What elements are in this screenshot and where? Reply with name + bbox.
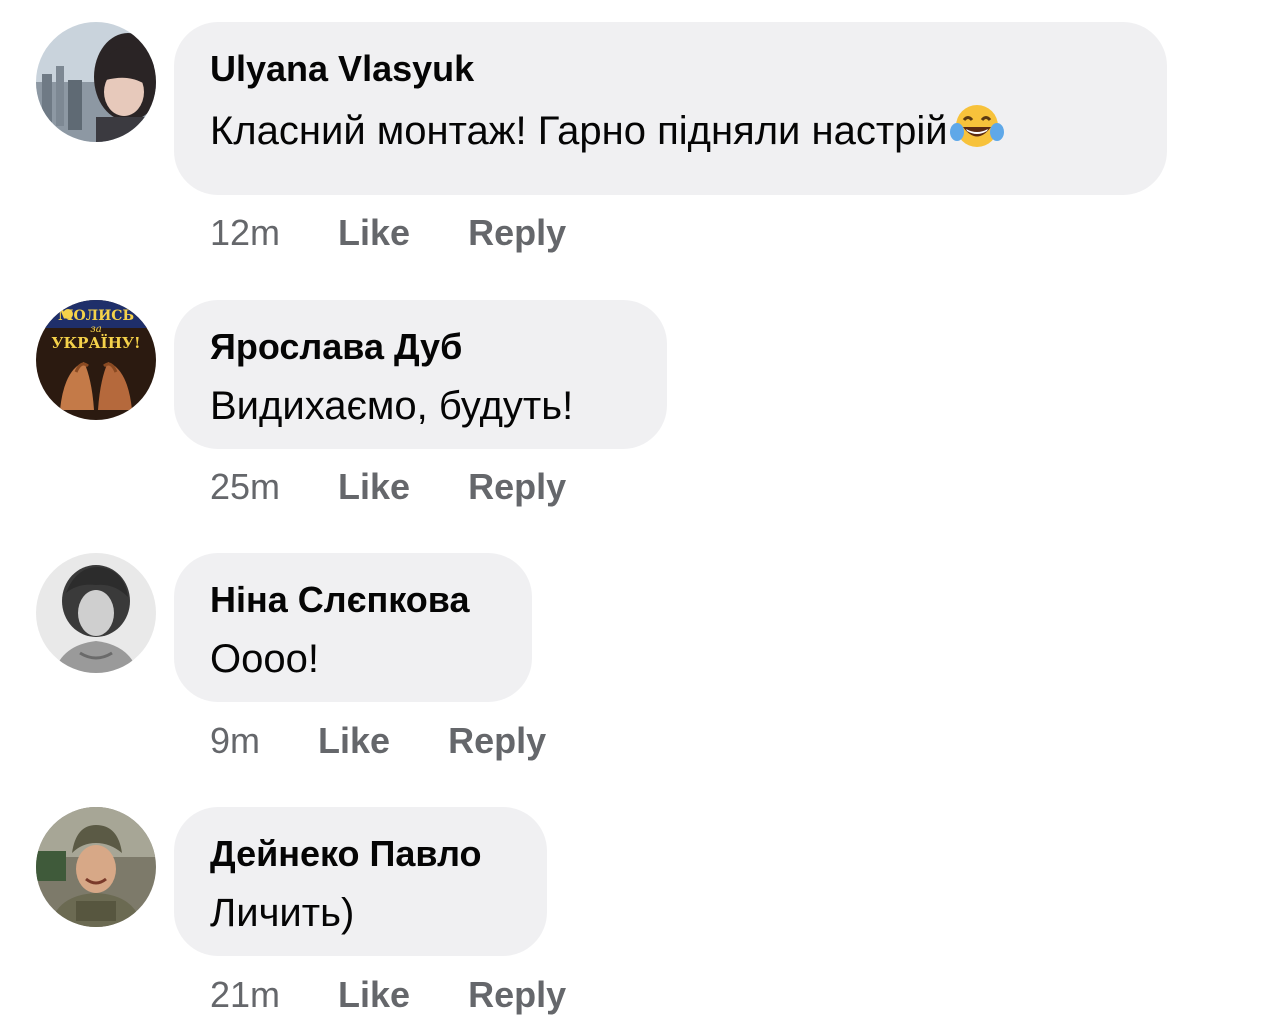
comment-text: Оооо!: [210, 637, 319, 681]
avatar[interactable]: [36, 807, 156, 927]
reply-button[interactable]: Reply: [468, 465, 566, 509]
comment-text: Класний монтаж! Гарно підняли настрій: [210, 102, 1131, 161]
avatar[interactable]: [36, 553, 156, 673]
avatar[interactable]: МОЛИСЬ за УКРАЇНУ!: [36, 300, 156, 420]
avatar-photo-soldier: [36, 807, 156, 927]
avatar-text-line1: МОЛИСЬ: [58, 308, 134, 324]
avatar-pray-for-ukraine: МОЛИСЬ за УКРАЇНУ!: [36, 300, 156, 420]
comment-text: Личить): [210, 891, 355, 935]
avatar-photo-woman-city: [36, 22, 156, 142]
like-button[interactable]: Like: [318, 719, 390, 763]
comment-timestamp[interactable]: 12m: [210, 211, 280, 255]
comment-actions: 12m Like Reply: [210, 211, 566, 255]
comment-text-body: Класний монтаж! Гарно підняли настрій: [210, 109, 948, 153]
reply-button[interactable]: Reply: [468, 211, 566, 255]
comment-timestamp[interactable]: 25m: [210, 465, 280, 509]
comment-author[interactable]: Дейнеко Павло: [210, 833, 511, 875]
comment-author[interactable]: Ярослава Дуб: [210, 326, 631, 368]
comment-actions: 25m Like Reply: [210, 465, 566, 509]
comment-author[interactable]: Ніна Слєпкова: [210, 579, 496, 621]
reply-button[interactable]: Reply: [468, 973, 566, 1017]
comment-timestamp[interactable]: 9m: [210, 719, 260, 763]
comment-bubble: Ніна Слєпкова Оооо!: [174, 553, 532, 702]
comment-timestamp[interactable]: 21m: [210, 973, 280, 1017]
like-button[interactable]: Like: [338, 211, 410, 255]
like-button[interactable]: Like: [338, 973, 410, 1017]
avatar[interactable]: [36, 22, 156, 142]
comment-actions: 9m Like Reply: [210, 719, 546, 763]
reply-button[interactable]: Reply: [448, 719, 546, 763]
avatar-photo-woman-bw: [36, 553, 156, 673]
comment-author[interactable]: Ulyana Vlasyuk: [210, 48, 1131, 90]
like-button[interactable]: Like: [338, 465, 410, 509]
face-with-tears-of-joy-icon: [949, 102, 1004, 161]
comment-text: Видихаємо, будуть!: [210, 384, 574, 428]
comment-bubble: Ulyana Vlasyuk Класний монтаж! Гарно під…: [174, 22, 1167, 195]
comment-bubble: Дейнеко Павло Личить): [174, 807, 547, 956]
comment-bubble: Ярослава Дуб Видихаємо, будуть!: [174, 300, 667, 449]
avatar-text-line3: УКРАЇНУ!: [51, 333, 140, 352]
comment-actions: 21m Like Reply: [210, 973, 566, 1017]
